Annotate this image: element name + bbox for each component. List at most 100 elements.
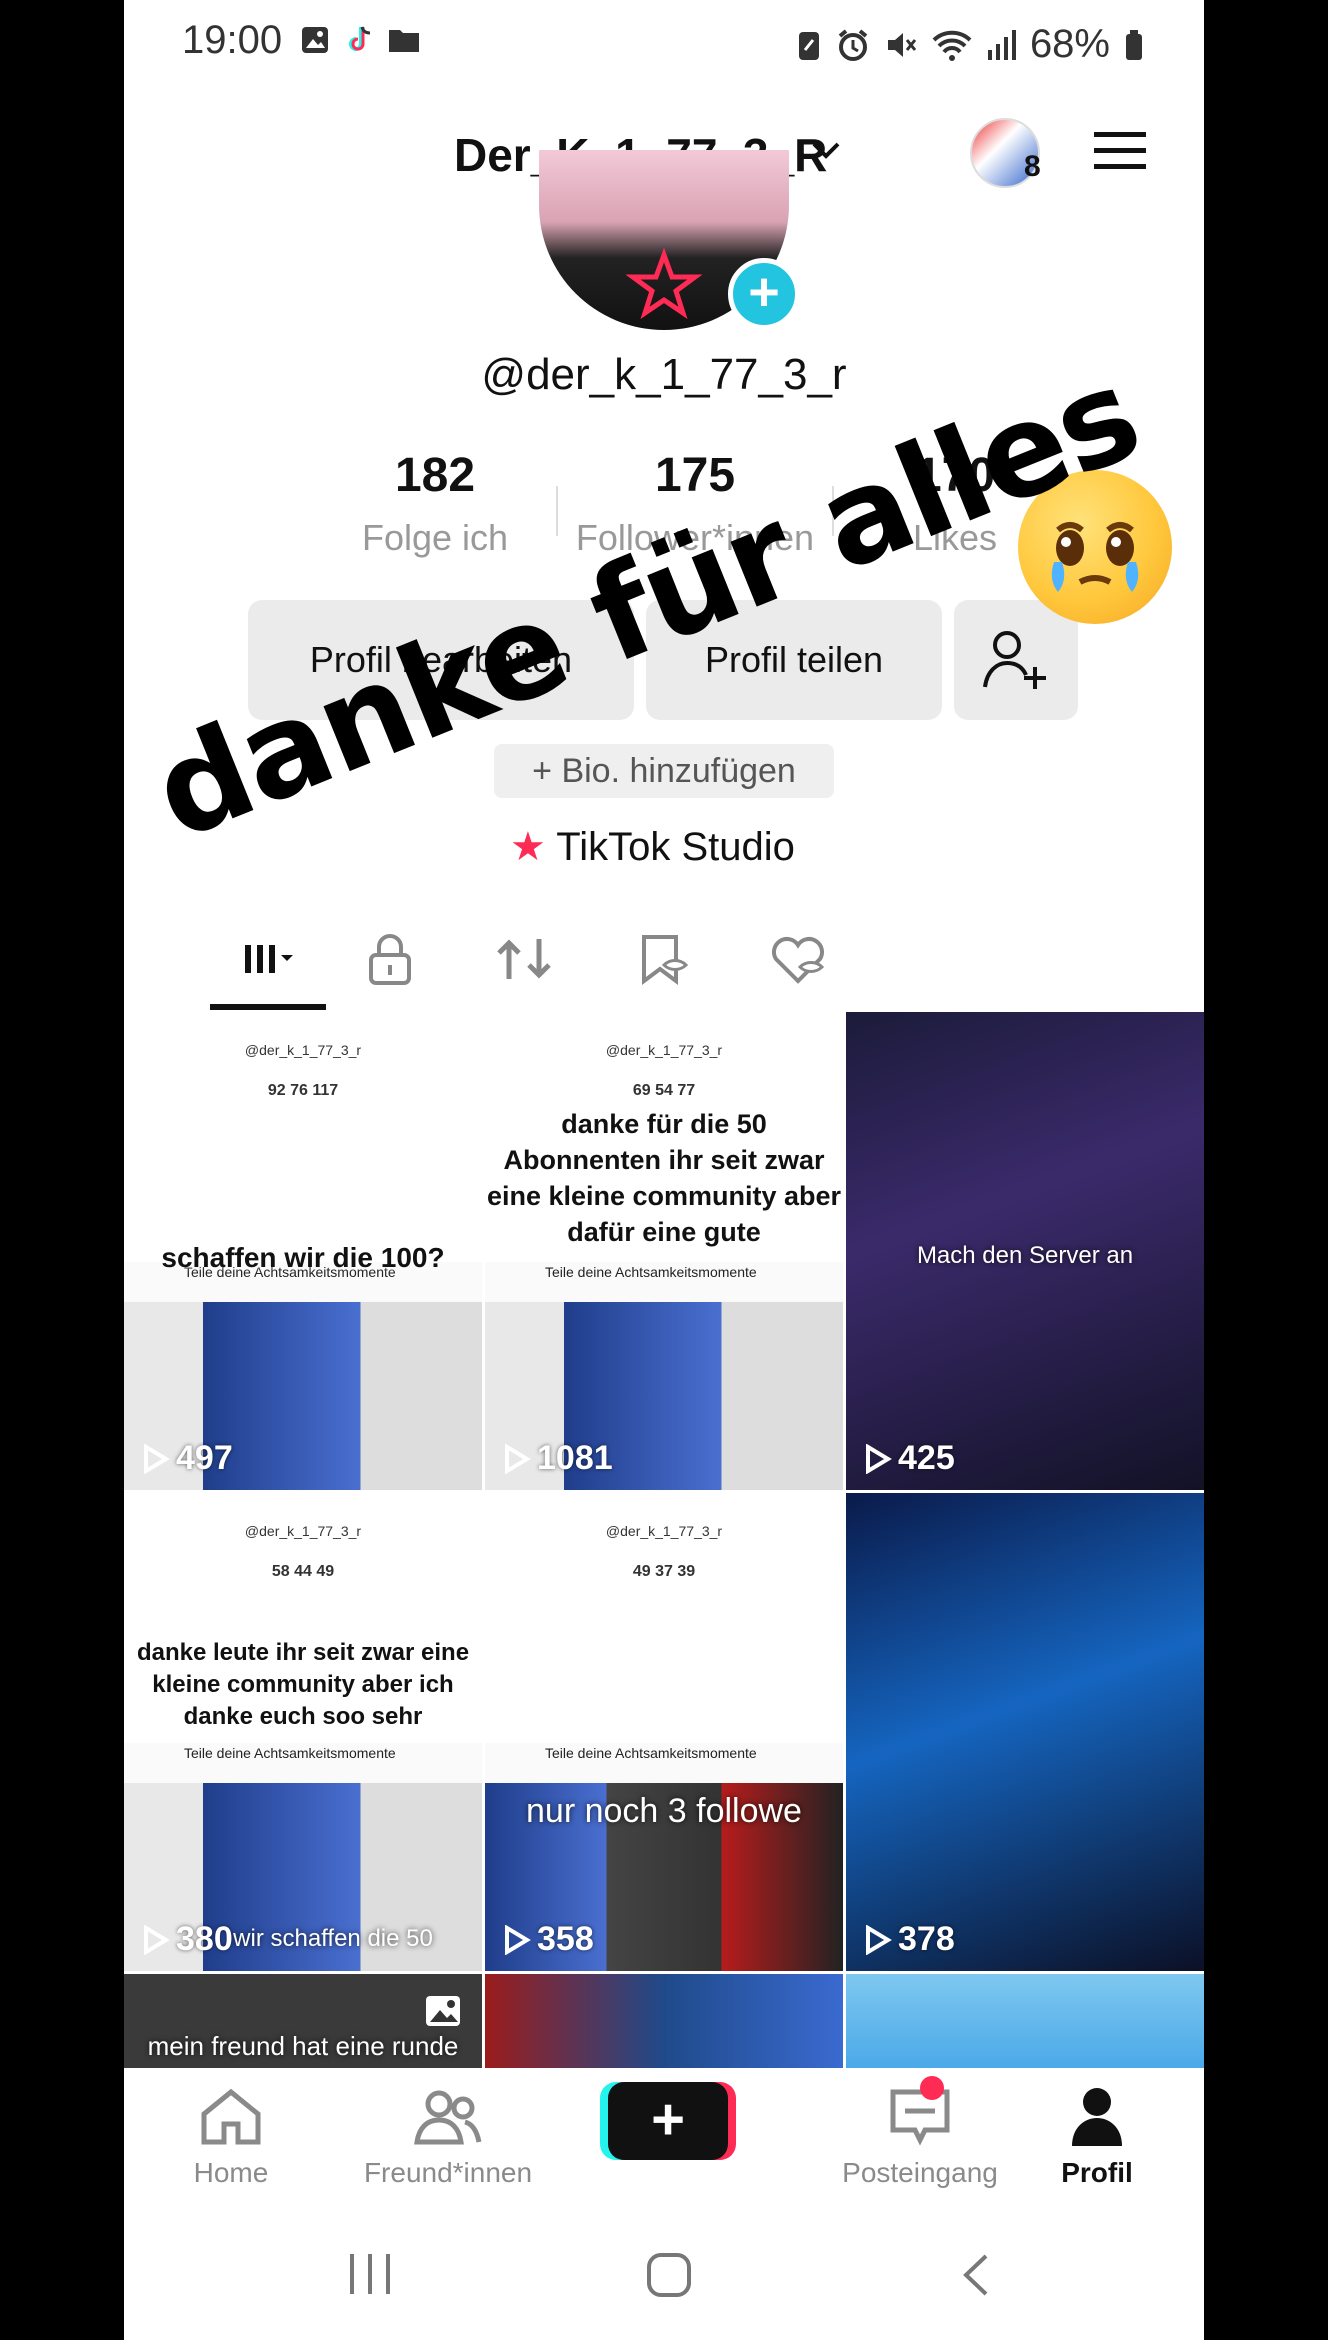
nav-profile[interactable]: Profil [1012,2086,1182,2189]
video-caption: schaffen wir die 100? [161,1242,445,1273]
view-count-value: 425 [898,1439,955,1477]
back-icon[interactable] [958,2252,992,2298]
view-count: 425 [864,1439,955,1478]
signal-icon [987,29,1016,60]
right-black-bar [1204,0,1328,2340]
battery-percent: 68% [1029,22,1110,66]
status-bar: 19:00 68% [124,0,1204,90]
battery-icon [1126,29,1142,60]
thumb-screenshot-top: @der_k_1_77_3_r 92 76 117 [124,1012,482,1262]
plus-icon: + [651,2087,685,2152]
play-icon [144,1443,170,1474]
active-tab-indicator [210,1004,326,1010]
friends-icon [414,2090,482,2145]
folder-icon [389,30,419,52]
stat-following[interactable]: 182 Folge ich [305,448,565,559]
view-count: 378 [864,1920,955,1959]
inbox-icon [890,2089,950,2146]
add-friend-icon [983,631,1046,689]
left-black-bar [0,0,124,2340]
stat-label: Folge ich [361,517,509,558]
thumb-banner: Teile deine Achtsamkeitsmomente [124,1743,482,1783]
profile-tabs [124,910,1204,1010]
lock-icon [369,934,411,985]
play-icon [505,1443,531,1474]
video-thumbnail[interactable]: @der_k_1_77_3_r 58 44 49 Teile deine Ach… [124,1493,482,1971]
thumb-stats: 49 37 39 [632,1563,696,1580]
nav-label: Freund*innen [363,2157,533,2188]
gallery-icon [302,27,328,53]
play-icon [505,1924,531,1955]
video-caption: danke für die 50 Abonnenten ihr seit zwa… [486,1109,842,1247]
menu-icon[interactable] [1092,128,1148,174]
thumb-stats: 58 44 49 [271,1563,335,1580]
recent-apps-icon[interactable] [346,2252,394,2296]
video-thumbnail[interactable] [846,1974,1204,2070]
thumb-handle: @der_k_1_77_3_r [244,1042,362,1058]
create-post-button[interactable]: + [608,2082,728,2160]
video-thumbnail[interactable]: Mach den Server an 425 [846,1012,1204,1490]
nav-label: Profil [1061,2157,1133,2188]
video-thumbnail[interactable]: 378 [846,1493,1204,1971]
battery-saver-icon [798,31,819,60]
view-count: 358 [503,1920,594,1959]
thumb-handle: @der_k_1_77_3_r [244,1523,362,1539]
nav-label: Home [193,2157,269,2188]
video-thumbnail[interactable] [485,1974,843,2070]
tiktok-studio-link[interactable]: ★ TikTok Studio [510,824,795,870]
video-thumbnail[interactable]: @der_k_1_77_3_r 92 76 117 Teile deine Ac… [124,1012,482,1490]
video-thumbnail[interactable]: @der_k_1_77_3_r 49 37 39 Teile deine Ach… [485,1493,843,1971]
tiktok-icon [349,26,371,51]
thumb-screenshot-top: @der_k_1_77_3_r 49 37 39 [485,1493,843,1743]
home-icon [201,2088,261,2145]
status-notification-icons [299,24,421,56]
studio-star-icon: ★ [510,825,546,869]
add-bio-button[interactable]: + Bio. hinzufügen [494,744,834,798]
thumb-handle: @der_k_1_77_3_r [605,1042,723,1058]
thumb-banner: Teile deine Achtsamkeitsmomente [485,1743,843,1783]
photo-post-icon [426,1996,460,2026]
mute-icon [887,32,917,57]
video-thumbnail[interactable]: @der_k_1_77_3_r 69 54 77 Teile deine Ach… [485,1012,843,1490]
view-count-value: 497 [176,1439,233,1477]
status-system-icons: 68% [796,22,1144,67]
video-caption: nur noch 3 followe [526,1792,802,1830]
play-icon [866,1924,892,1955]
view-count: 1081 [503,1439,613,1478]
tab-private[interactable] [350,924,430,994]
video-caption: Mach den Server an [916,1242,1134,1269]
thumb-handle: @der_k_1_77_3_r [605,1523,723,1539]
inbox-unread-badge [920,2076,944,2100]
view-count-value: 358 [537,1920,594,1958]
profile-icon [1072,2088,1122,2146]
view-count: 497 [142,1439,233,1478]
stat-divider [556,486,558,536]
nav-friends[interactable]: Freund*innen [363,2086,533,2189]
play-icon [144,1924,170,1955]
heart-hidden-icon [772,937,825,984]
home-button-icon[interactable] [646,2252,692,2298]
tab-favorites[interactable] [622,924,702,994]
thumb-banner: Teile deine Achtsamkeitsmomente [485,1262,843,1302]
system-navigation-bar [124,2208,1204,2340]
tiktok-profile-screen: 19:00 68% Der_K_1_77_3_R 8 + @der_k_1_77… [124,0,1204,2340]
tab-reposts[interactable] [484,924,564,994]
video-grid: @der_k_1_77_3_r 92 76 117 Teile deine Ac… [124,1012,1204,2070]
repost-icon [497,939,551,979]
video-thumbnail[interactable]: mein freund hat eine runde [124,1974,482,2070]
tab-liked[interactable] [758,924,838,994]
bookmark-hidden-icon [642,935,689,985]
chevron-down-icon[interactable] [810,138,842,162]
add-story-button[interactable]: + [728,258,800,330]
view-count-value: 378 [898,1920,955,1958]
video-caption: mein freund hat eine runde [147,2031,459,2061]
grid-icon [245,945,293,973]
tab-videos[interactable] [228,924,308,994]
alarm-icon [838,28,868,61]
nav-inbox[interactable]: Posteingang [835,2086,1005,2189]
studio-label: TikTok Studio [556,825,795,869]
nav-label: Posteingang [842,2157,998,2188]
nav-home[interactable]: Home [146,2086,316,2189]
wifi-icon [932,30,972,61]
video-caption: danke leute ihr seit zwar eine kleine co… [136,1639,470,1730]
